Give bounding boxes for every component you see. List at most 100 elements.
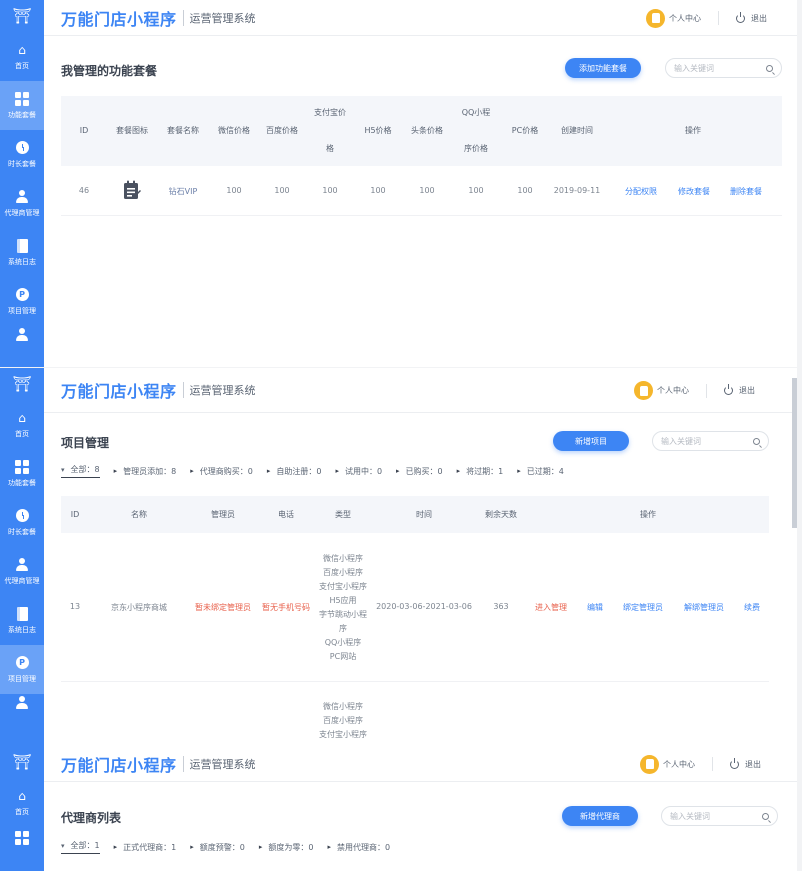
column-header: ID [70,510,80,519]
sidebar-item-agents[interactable]: 代理商管理 [0,179,44,228]
add-agent-button[interactable]: 新增代理商 [562,806,638,826]
sidebar-item-users[interactable] [0,694,44,716]
user-center-link[interactable]: 个人中心 [669,13,701,24]
edit-package-link[interactable]: 修改套餐 [678,186,710,197]
sidebar-item-duration[interactable]: 时长套餐 [0,498,44,547]
column-header: 名称 [131,510,147,519]
cell-days-left: 363 [493,602,509,611]
cell-name: 钻石VIP [168,187,198,196]
type-item: PC网站 [329,652,357,661]
grid-icon [15,459,29,474]
column-header: 创建时间 [561,126,593,135]
brand-subtitle: 运营管理系统 [182,755,256,772]
divider [718,11,719,25]
avatar[interactable] [634,381,653,400]
sidebar-item-projects[interactable]: P 项目管理 [0,645,44,694]
search-input[interactable] [670,811,762,821]
delete-package-link[interactable]: 删除套餐 [730,186,762,197]
sidebar-item-packages[interactable]: 功能套餐 [0,449,44,498]
power-icon[interactable] [724,384,733,395]
column-header: 电话 [278,510,294,519]
type-item: QQ小程序 [324,638,362,647]
logout-link[interactable]: 退出 [751,13,767,24]
sidebar-item-home[interactable]: ⌂ 首页 [0,400,44,449]
user-manage-icon [15,328,29,342]
enter-management-link[interactable]: 进入管理 [535,602,567,613]
sidebar-item-label: 功能套餐 [8,478,36,487]
sidebar-item-label: 首页 [15,429,29,438]
power-icon[interactable] [730,757,739,769]
bind-admin-link[interactable]: 绑定管理员 [623,602,663,613]
sidebar-item-label: 时长套餐 [8,159,36,168]
sidebar-item-users[interactable] [0,326,44,348]
logout-link[interactable]: 退出 [745,759,761,770]
user-center-link[interactable]: 个人中心 [663,759,695,770]
cell-id: 13 [69,602,81,611]
sidebar-item-label: 项目管理 [8,306,36,315]
cell-admin: 暂未绑定管理员 [195,603,251,612]
sidebar-item-logs[interactable]: 系统日志 [0,228,44,277]
sidebar-item-logs[interactable]: 系统日志 [0,596,44,645]
avatar[interactable] [640,754,659,774]
sidebar-item-home[interactable]: ⌂ 首页 [0,32,44,81]
sidebar: ⛩ ⌂ 首页 功能套餐 时长套餐 代理商管理 系统日志 P 项目管理 [0,368,44,746]
add-project-button[interactable]: 新增项目 [553,431,629,451]
sidebar-item-agents[interactable]: 代理商管理 [0,547,44,596]
cell-toutiao-price: 100 [419,186,435,195]
add-package-button[interactable]: 添加功能套餐 [565,58,641,78]
filter-admin-added[interactable]: 管理员添加：8 [114,466,176,477]
edit-project-link[interactable]: 编辑 [587,602,603,613]
filter-expiring[interactable]: 将过期：1 [457,466,503,477]
column-header: 时间 [416,510,432,519]
sidebar-item-home[interactable]: ⌂ 首页 [0,778,44,827]
sidebar-item-projects[interactable]: P 项目管理 [0,277,44,326]
sidebar-item-label: 代理商管理 [4,576,40,585]
sidebar-item-packages[interactable] [0,827,44,857]
filter-self-register[interactable]: 自助注册：0 [267,466,321,477]
sidebar: ⛩ ⌂ 首页 功能套餐 时长套餐 代理商管理 系统日志 P 项目管理 [0,0,44,367]
cell-wechat-price: 100 [226,186,242,195]
search-icon[interactable] [766,64,773,72]
search-input[interactable] [661,436,753,446]
filter-agent-bought[interactable]: 代理商购买：0 [190,466,253,477]
column-header: 百度价格 [266,126,298,135]
search-icon[interactable] [762,812,769,820]
scrollbar[interactable] [792,378,797,528]
filter-official-agent[interactable]: 正式代理商：1 [114,842,176,853]
assign-permission-link[interactable]: 分配权限 [625,186,657,197]
row-divider [61,681,769,682]
filter-disabled-agent[interactable]: 禁用代理商：0 [327,842,390,853]
clock-icon [15,141,29,155]
cell-alipay-price: 100 [322,186,338,195]
filter-all[interactable]: 全部：1 [61,840,100,854]
column-header: 支付宝价 [314,108,346,117]
search-box[interactable] [661,806,778,826]
renew-link[interactable]: 续费 [744,602,760,613]
row-divider [61,215,782,216]
search-input[interactable] [674,63,766,73]
sidebar-item-duration[interactable]: 时长套餐 [0,130,44,179]
user-center-link[interactable]: 个人中心 [657,385,689,396]
store-logo-icon: ⛩ [12,7,32,25]
filter-quota-warning[interactable]: 额度预警：0 [190,842,245,853]
package-icon [123,180,141,200]
type-item: 微信小程序 [323,554,363,563]
logout-link[interactable]: 退出 [739,385,755,396]
filter-trial[interactable]: 试用中：0 [335,466,382,477]
unbind-admin-link[interactable]: 解绑管理员 [684,602,724,613]
type-item: 支付宝小程序 [319,730,367,739]
sidebar-item-packages[interactable]: 功能套餐 [0,81,44,130]
search-icon[interactable] [753,437,760,445]
filter-expired[interactable]: 已过期：4 [517,466,564,477]
filter-quota-zero[interactable]: 额度为零：0 [259,842,313,853]
top-bar: 万能门店小程序 运营管理系统 个人中心 退出 [44,368,797,413]
avatar[interactable] [646,8,665,28]
filter-all[interactable]: 全部：8 [61,464,100,478]
sidebar-item-label: 首页 [15,61,29,70]
power-icon[interactable] [736,11,745,23]
search-box[interactable] [652,431,769,451]
column-header: 剩余天数 [485,510,517,519]
filter-bought[interactable]: 已购买：0 [396,466,443,477]
grid-icon [15,91,29,106]
search-box[interactable] [665,58,782,78]
